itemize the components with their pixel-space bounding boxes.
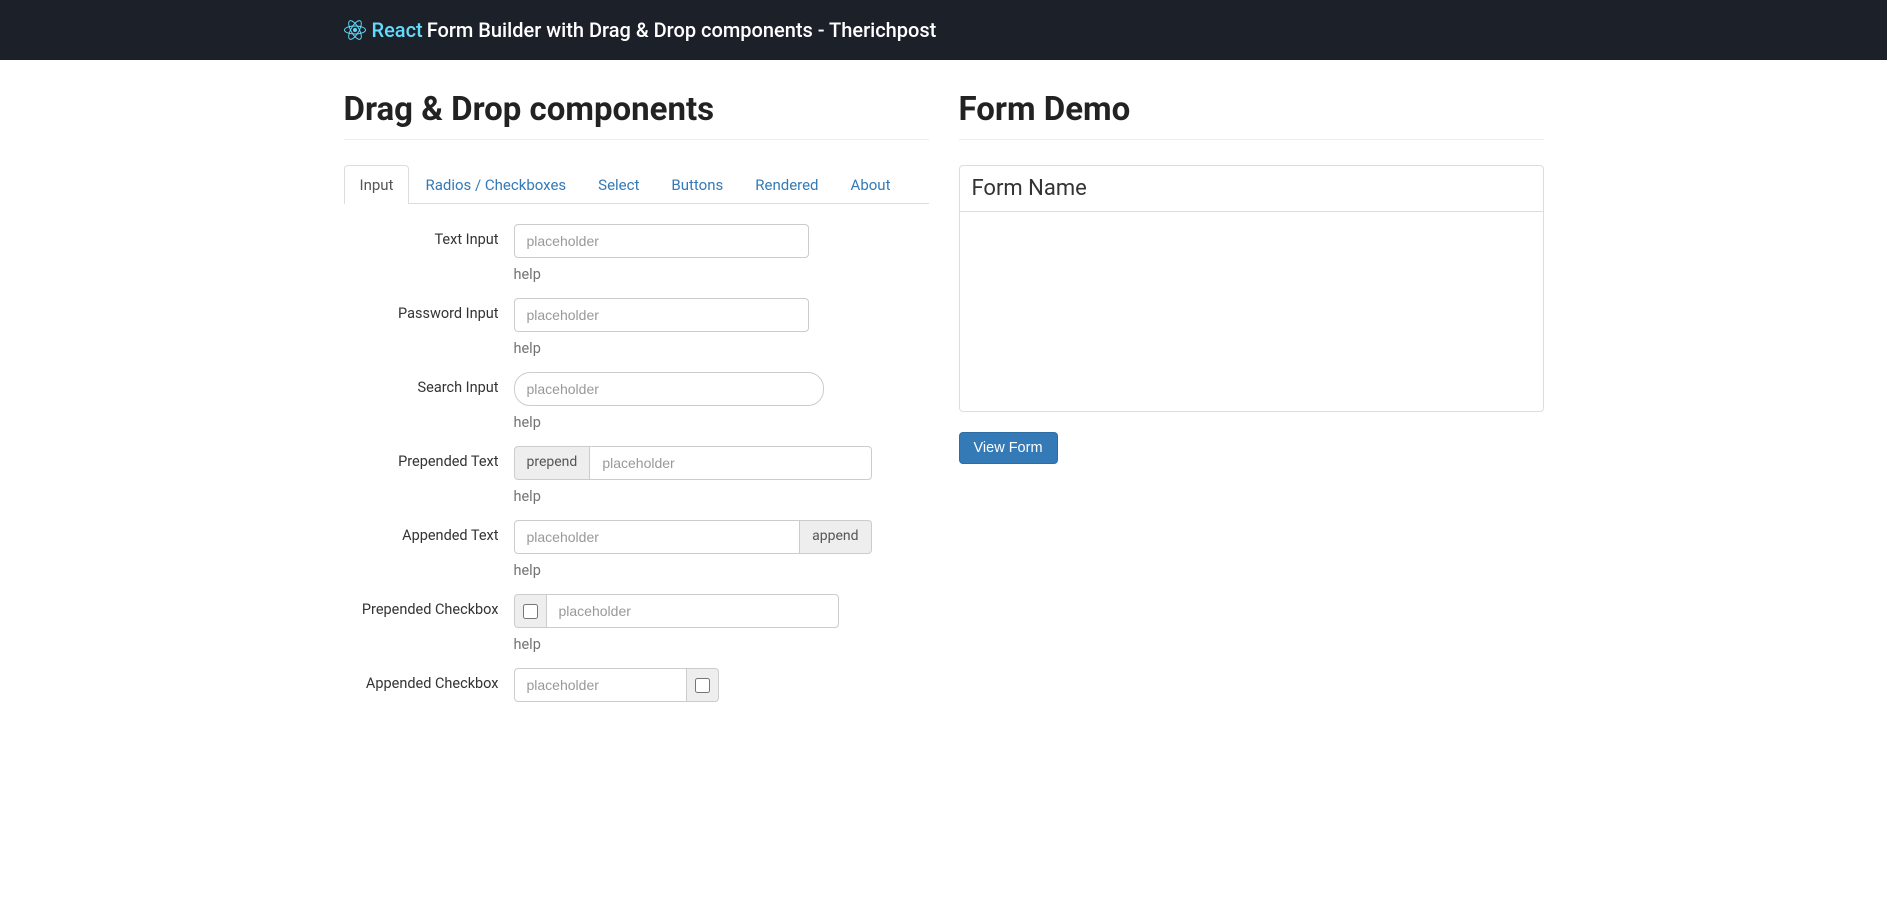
password-input-help: help bbox=[514, 340, 874, 357]
text-input-help: help bbox=[514, 266, 874, 283]
prepend-addon-checkbox bbox=[514, 594, 546, 628]
appended-checkbox[interactable] bbox=[695, 678, 710, 693]
appended-text-label: Appended Text bbox=[344, 520, 514, 544]
append-addon-checkbox bbox=[687, 668, 719, 702]
component-tabs: Input Radios / Checkboxes Select Buttons… bbox=[344, 165, 929, 204]
prepended-checkbox[interactable] bbox=[523, 604, 538, 619]
form-name-title: Form Name bbox=[960, 166, 1543, 212]
component-appended-text[interactable]: Appended Text append help bbox=[344, 520, 929, 579]
tab-buttons[interactable]: Buttons bbox=[655, 165, 739, 204]
text-input-label: Text Input bbox=[344, 224, 514, 248]
search-input-help: help bbox=[514, 414, 874, 431]
tab-about[interactable]: About bbox=[835, 165, 907, 204]
tab-select[interactable]: Select bbox=[582, 165, 655, 204]
prepend-addon-text: prepend bbox=[514, 446, 590, 480]
password-input-field[interactable] bbox=[514, 298, 809, 332]
text-input-field[interactable] bbox=[514, 224, 809, 258]
password-input-label: Password Input bbox=[344, 298, 514, 322]
view-form-button[interactable]: View Form bbox=[959, 432, 1058, 464]
component-search-input[interactable]: Search Input help bbox=[344, 372, 929, 431]
components-header: Drag & Drop components bbox=[344, 90, 929, 140]
appended-checkbox-label: Appended Checkbox bbox=[344, 668, 514, 692]
react-logo-icon bbox=[344, 19, 366, 41]
prepended-text-help: help bbox=[514, 488, 874, 505]
form-demo-header: Form Demo bbox=[959, 90, 1544, 140]
search-input-field[interactable] bbox=[514, 372, 824, 406]
appended-text-help: help bbox=[514, 562, 874, 579]
appended-checkbox-field[interactable] bbox=[514, 668, 687, 702]
prepended-checkbox-field[interactable] bbox=[546, 594, 839, 628]
component-prepended-text[interactable]: Prepended Text prepend help bbox=[344, 446, 929, 505]
search-input-label: Search Input bbox=[344, 372, 514, 396]
append-addon-text: append bbox=[800, 520, 871, 554]
top-navbar: React Form Builder with Drag & Drop comp… bbox=[0, 0, 1887, 60]
brand-react: React bbox=[372, 18, 423, 42]
component-appended-checkbox[interactable]: Appended Checkbox bbox=[344, 668, 929, 702]
tab-rendered[interactable]: Rendered bbox=[739, 165, 834, 204]
tab-radios[interactable]: Radios / Checkboxes bbox=[409, 165, 582, 204]
prepended-checkbox-label: Prepended Checkbox bbox=[344, 594, 514, 618]
component-text-input[interactable]: Text Input help bbox=[344, 224, 929, 283]
prepended-text-field[interactable] bbox=[589, 446, 871, 480]
brand-title: Form Builder with Drag & Drop components… bbox=[427, 18, 937, 42]
component-prepended-checkbox[interactable]: Prepended Checkbox help bbox=[344, 594, 929, 653]
form-drop-target[interactable]: Form Name bbox=[959, 165, 1544, 412]
prepended-checkbox-help: help bbox=[514, 636, 874, 653]
draggable-components: Text Input help Password Input help Sear… bbox=[344, 224, 929, 702]
tab-input[interactable]: Input bbox=[344, 165, 410, 204]
component-password-input[interactable]: Password Input help bbox=[344, 298, 929, 357]
prepended-text-label: Prepended Text bbox=[344, 446, 514, 470]
appended-text-field[interactable] bbox=[514, 520, 801, 554]
